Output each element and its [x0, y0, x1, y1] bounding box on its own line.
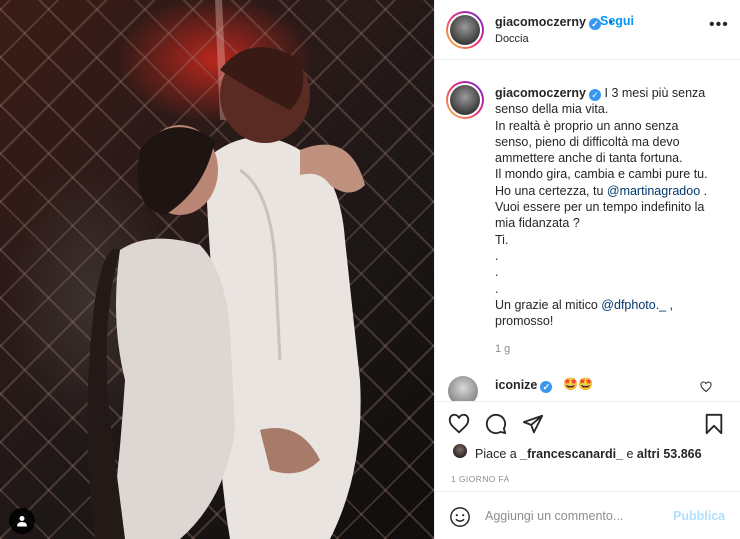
post-photo[interactable]	[0, 0, 434, 539]
caption-line: ammettere anche di tanta fortuna.	[495, 151, 683, 166]
author-avatar[interactable]	[446, 11, 484, 49]
caption-line: Ho una certezza, tu	[495, 183, 607, 198]
caption-line: In realtà è proprio un anno senza	[495, 118, 679, 133]
comment-like-heart-icon[interactable]	[700, 381, 712, 393]
user-tag-icon	[17, 516, 27, 527]
post-header: giacomoczerny ✓ • Segui Doccia •••	[435, 0, 740, 60]
save-button[interactable]	[702, 412, 726, 436]
liker-username[interactable]: _francescanardi_	[520, 447, 623, 461]
author-username[interactable]: giacomoczerny ✓ •	[495, 15, 613, 30]
caption-line: senso della mia vita.	[495, 102, 609, 117]
more-options-icon[interactable]: •••	[709, 16, 729, 34]
caption-line: mia fidanzata ?	[495, 216, 580, 231]
post-sidebar: giacomoczerny ✓ • Segui Doccia ••• giacom…	[435, 0, 740, 539]
comment-button[interactable]	[484, 412, 508, 436]
caption-line: senso, pieno di difficoltà ma devo	[495, 134, 680, 149]
caption-line: Il mondo gira, cambia e cambi pure tu.	[495, 167, 708, 182]
verified-badge-icon: ✓	[540, 381, 553, 393]
tag-button[interactable]	[9, 508, 35, 534]
mention-suffix: .	[700, 183, 708, 198]
heart-icon	[448, 413, 470, 434]
like-button[interactable]	[447, 412, 471, 436]
caption-timestamp[interactable]: 1 g	[495, 343, 510, 355]
mention-suffix: ,	[666, 297, 674, 312]
caption-line: Ti.	[495, 232, 509, 247]
commenter-avatar[interactable]	[448, 376, 478, 401]
verified-badge-icon: ✓	[589, 89, 602, 101]
comment-username[interactable]: iconize ✓	[495, 378, 553, 393]
caption-line: .	[495, 248, 499, 263]
caption-line: .	[495, 265, 499, 280]
publish-button[interactable]: Pubblica	[673, 509, 725, 523]
caption-line: Un grazie al mitico	[495, 297, 602, 312]
emoji-smiley-icon	[450, 507, 470, 527]
comments-section: giacomoczerny ✓ I 3 mesi più senza senso …	[435, 61, 740, 401]
post-location[interactable]: Doccia	[495, 33, 529, 45]
likes-summary: Piace a _francescanardi_ e altri 53.866	[475, 447, 702, 461]
caption-username[interactable]: giacomoczerny	[495, 86, 586, 100]
comment-text: 🤩🤩	[563, 377, 593, 391]
emoji-button[interactable]	[448, 505, 472, 529]
liker-avatar[interactable]	[452, 443, 468, 459]
caption-avatar[interactable]	[446, 81, 484, 119]
post-actions: Piace a _francescanardi_ e altri 53.866 …	[435, 401, 740, 539]
caption-line: promosso!	[495, 314, 554, 329]
paper-plane-icon	[522, 414, 544, 434]
couple-illustration	[87, 0, 365, 539]
follow-button[interactable]: Segui	[600, 14, 634, 28]
mention-link[interactable]: @dfphoto._	[601, 298, 666, 312]
caption-line: .	[495, 281, 499, 296]
mention-link[interactable]: @martinagradoo	[607, 184, 700, 198]
post-caption: giacomoczerny ✓ I 3 mesi più senza senso …	[495, 85, 727, 329]
comment-input[interactable]: Aggiungi un commento...	[485, 509, 623, 523]
bookmark-icon	[705, 413, 723, 435]
caption-line: Vuoi essere per un tempo indefinito la	[495, 200, 705, 215]
share-button[interactable]	[521, 412, 545, 436]
likes-count[interactable]: altri 53.866	[637, 447, 702, 461]
comment-bubble-icon	[485, 413, 507, 435]
post-timestamp[interactable]: 1 GIORNO FA	[451, 474, 510, 484]
add-comment-bar: Aggiungi un commento... Pubblica	[435, 491, 740, 539]
caption-line: I 3 mesi più senza	[604, 86, 706, 100]
